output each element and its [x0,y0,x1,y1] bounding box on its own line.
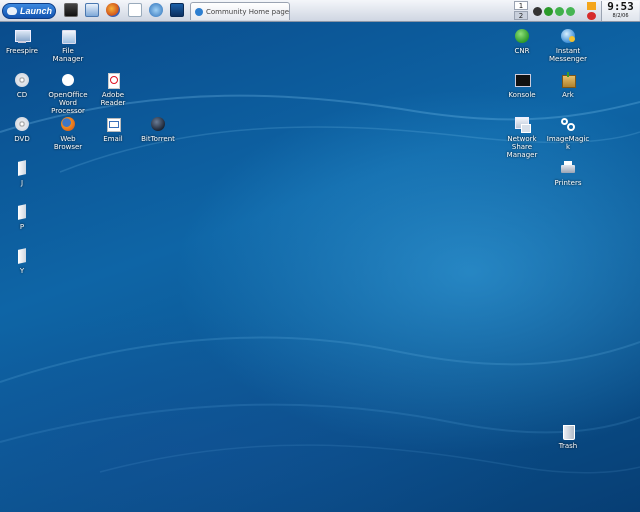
email-icon [105,116,121,132]
archive-icon [560,72,576,88]
drive-icon [14,160,30,176]
cnr-tray-icon[interactable] [555,6,564,16]
desktop-icon-cnr[interactable]: CNR [500,28,544,55]
desktop-icon-cd[interactable]: CD [0,72,44,99]
messenger-tray-icon[interactable] [566,6,575,16]
printer-icon [560,160,576,176]
drive-icon [14,204,30,220]
computer-icon [14,28,31,44]
network-tray-icon[interactable] [533,6,542,16]
firefox-icon [60,116,76,132]
desktop-icon-trash[interactable]: Trash [546,423,590,450]
pager-desktop-2[interactable]: 2 [514,11,528,20]
clock-time: 9:53 [607,0,634,13]
terminal-icon [514,72,531,88]
clock[interactable]: 9:53 8/2/06 [601,1,639,21]
cnr-icon [514,28,530,44]
desktop-icon-bittorrent[interactable]: BitTorrent [136,116,180,143]
desktop-icon-konsole[interactable]: Konsole [500,72,544,99]
globe-icon [195,7,203,16]
desktop-icon-drive-p[interactable]: P [0,204,44,231]
desktop-icon-instant-messenger[interactable]: Instant Messenger [546,28,590,63]
document-quicklaunch-icon[interactable] [128,3,142,17]
desktop-icon-email[interactable]: Email [91,116,135,143]
file-manager-quicklaunch-icon[interactable] [85,3,99,17]
desktop-icon-ark[interactable]: Ark [546,72,590,99]
network-share-icon [514,116,531,133]
folder-home-icon [60,28,76,44]
bittorrent-icon [150,116,166,132]
desktop-pager: 1 2 [514,1,528,21]
update-tray-icon[interactable] [544,6,553,16]
cd-icon [14,72,30,88]
notification-tray-icon[interactable] [587,2,596,10]
imagemagick-icon [560,116,576,132]
desktop-quicklaunch-icon[interactable] [170,3,184,17]
taskbar: Launch Community Home page 1 2 9:53 8/2/… [0,0,640,22]
terminal-quicklaunch-icon[interactable] [64,3,78,17]
task-button-community-home[interactable]: Community Home page [190,2,290,20]
desktop-icon-network-share-manager[interactable]: Network Share Manager [500,116,544,159]
launch-logo-icon [7,7,17,15]
drive-icon [14,248,30,264]
pager-desktop-1[interactable]: 1 [514,1,528,10]
launch-label: Launch [20,6,53,16]
power-tray-icon[interactable] [587,12,596,20]
task-title: Community Home page [206,7,290,16]
desktop-icon-imagemagick[interactable]: ImageMagick [546,116,590,151]
desktop-icon-drive-y[interactable]: Y [0,248,44,275]
openoffice-icon [60,72,76,88]
firefox-quicklaunch-icon[interactable] [106,3,120,17]
desktop-icon-openoffice-word-processor[interactable]: OpenOffice Word Processor [46,72,90,115]
desktop-icon-printers[interactable]: Printers [546,160,590,187]
trash-icon [560,423,576,440]
desktop-icon-drive-j[interactable]: J [0,160,44,187]
messenger-quicklaunch-icon[interactable] [149,3,163,17]
desktop-icon-file-manager[interactable]: File Manager [46,28,90,63]
desktop-icon-adobe-reader[interactable]: Adobe Reader [91,72,135,107]
desktop-icon-web-browser[interactable]: Web Browser [46,116,90,151]
dvd-icon [14,116,30,132]
desktop-icon-freespire[interactable]: Freespire [0,28,44,55]
instant-messenger-icon [560,28,576,44]
desktop: Freespire File Manager CD OpenOffice Wor… [0,22,640,512]
adobe-reader-icon [105,72,121,89]
desktop-icon-dvd[interactable]: DVD [0,116,44,143]
system-tray [533,4,581,18]
launch-button[interactable]: Launch [2,3,56,19]
clock-date: 8/2/06 [612,13,629,19]
